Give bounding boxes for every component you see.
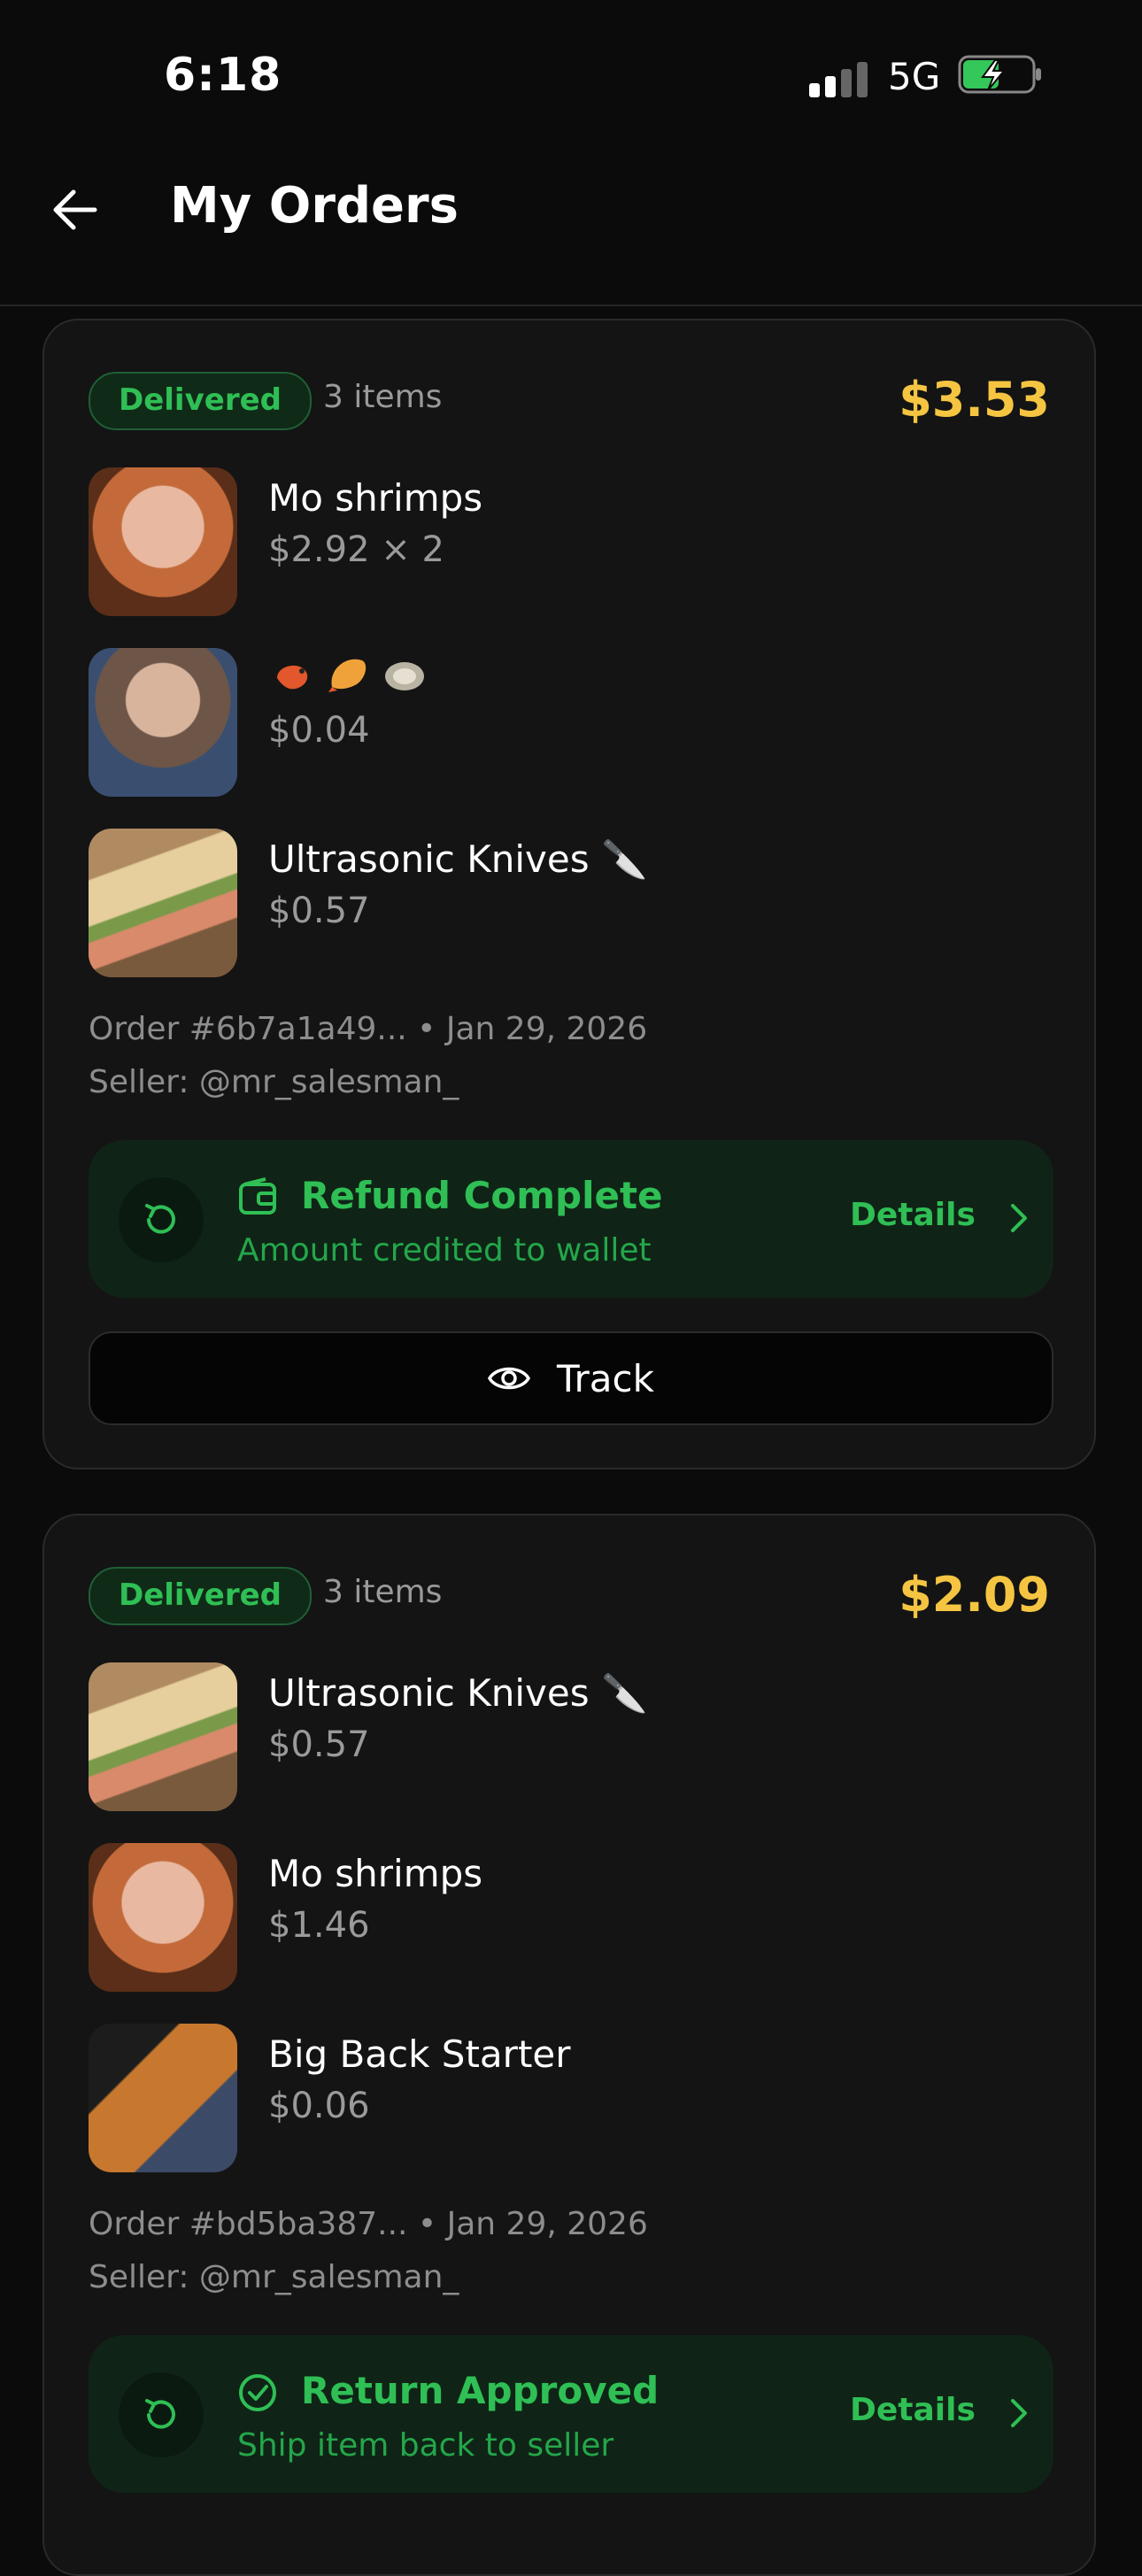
refresh-icon [119,2372,204,2457]
item-price: $1.46 [268,1905,370,1946]
refund-subtitle: Amount credited to wallet [237,1232,652,1269]
shrimp-icon [277,665,308,689]
network-label: 5G [888,55,941,98]
order-id-date: Order #6b7a1a49... • Jan 29, 2026 [89,1011,648,1047]
chevron-right-icon [1011,1204,1027,1232]
return-title: Return Approved [301,2369,660,2412]
top-bar: My Orders [0,150,1142,306]
signal-icon [809,62,871,97]
item-thumbnail [89,467,237,616]
track-label: Track [557,1356,654,1400]
back-button[interactable] [44,179,106,241]
order-item[interactable]: Ultrasonic Knives 🔪 $0.57 [89,1662,974,1813]
order-item[interactable]: Big Back Starter $0.06 [89,2024,974,2174]
order-item[interactable]: Ultrasonic Knives 🔪 $0.57 [89,829,974,979]
details-link[interactable]: Details [850,1197,976,1233]
item-title: Ultrasonic Knives 🔪 [268,1671,648,1715]
item-thumbnail [89,2024,237,2172]
items-count: 3 items [323,379,443,415]
details-link[interactable]: Details [850,2392,976,2428]
item-price: $0.04 [268,710,370,751]
order-item[interactable]: Mo shrimps $1.46 [89,1843,974,1994]
item-price: $0.57 [268,1724,370,1765]
item-thumbnail [89,829,237,977]
seller-link[interactable]: Seller: @mr_salesman_ [89,1064,459,1100]
item-price: $2.92 × 2 [268,529,444,570]
chevron-right-icon [1011,2399,1027,2427]
return-status-panel[interactable]: Return Approved Ship item back to seller… [89,2335,1053,2493]
order-total: $3.53 [899,372,1050,428]
order-id-date: Order #bd5ba387... • Jan 29, 2026 [89,2206,648,2242]
return-subtitle: Ship item back to seller [237,2427,614,2464]
item-title: Mo shrimps [268,1852,483,1895]
check-circle-icon [239,2374,276,2411]
items-count: 3 items [323,1574,443,1610]
status-bar: 6:18 5G [0,0,1142,150]
order-item[interactable]: $0.04 [89,648,974,798]
item-thumbnail [89,1843,237,1992]
page-title: My Orders [170,177,459,235]
order-summary-row: Delivered 3 items $2.09 [89,1567,1050,1625]
refresh-icon [119,1177,204,1262]
seller-link[interactable]: Seller: @mr_salesman_ [89,2259,459,2295]
order-item[interactable]: Mo shrimps $2.92 × 2 [89,467,974,618]
battery-charging-icon [958,55,1041,94]
item-title: Big Back Starter [268,2032,571,2076]
oyster-icon [385,661,424,690]
refund-status-panel[interactable]: Refund Complete Amount credited to walle… [89,1140,1053,1298]
wallet-icon [239,1177,276,1215]
status-badge: Delivered [89,1567,312,1625]
item-title: Ultrasonic Knives 🔪 [268,837,648,881]
clock: 6:18 [164,49,282,102]
item-thumbnail [89,648,237,797]
item-price: $0.57 [268,891,370,931]
order-summary-row: Delivered 3 items $3.53 [89,372,1050,430]
item-title: Mo shrimps [268,476,483,520]
item-thumbnail [89,1662,237,1811]
order-total: $2.09 [899,1567,1050,1623]
eye-icon [488,1367,531,1390]
fried-shrimp-icon [328,659,367,692]
order-card: Delivered 3 items $2.09 Ultrasonic Knive… [42,1514,1096,2576]
order-card: Delivered 3 items $3.53 Mo shrimps $2.92… [42,319,1096,1469]
status-badge: Delivered [89,372,312,430]
arrow-left-icon [53,189,97,230]
refund-title: Refund Complete [301,1174,663,1217]
item-price: $0.06 [268,2086,370,2126]
track-button[interactable]: Track [89,1331,1053,1425]
item-emoji-title [268,650,438,698]
